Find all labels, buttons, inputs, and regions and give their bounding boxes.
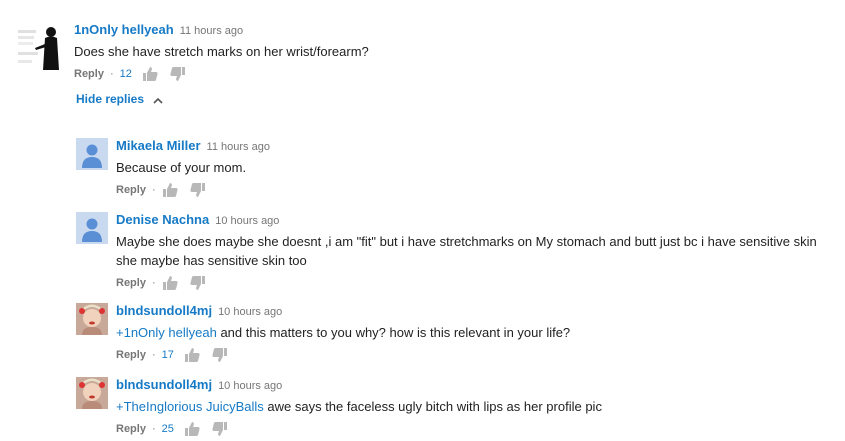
reply-message: and this matters to you why? how is this… — [216, 325, 571, 340]
hide-replies-button[interactable]: Hide replies — [76, 92, 163, 107]
avatar[interactable] — [76, 303, 108, 335]
thumbs-up-icon[interactable] — [184, 348, 200, 362]
reply-timestamp[interactable]: 10 hours ago — [218, 306, 282, 318]
reply-button[interactable]: Reply — [116, 274, 146, 292]
reply-actions: Reply · 25 — [116, 420, 602, 438]
comment-actions: Reply · 12 — [74, 65, 369, 83]
thumbs-down-icon[interactable] — [212, 422, 228, 436]
separator: · — [151, 349, 156, 361]
thumbs-up-icon[interactable] — [162, 183, 178, 197]
thumbs-down-icon[interactable] — [212, 348, 228, 362]
default-user-icon — [76, 138, 108, 170]
like-count: 12 — [119, 68, 132, 80]
separator: · — [151, 277, 156, 289]
like-count: 17 — [161, 349, 174, 361]
chevron-up-icon — [153, 93, 163, 107]
reply-text: +1nOnly hellyeah and this matters to you… — [116, 323, 570, 342]
reply-button[interactable]: Reply — [74, 65, 104, 83]
reply-text-line-1: Maybe she does maybe she doesnt ,i am "f… — [116, 234, 817, 249]
reply-actions: Reply · 17 — [116, 346, 570, 364]
reply-actions: Reply · — [116, 181, 270, 199]
thumbs-up-icon[interactable] — [142, 67, 158, 81]
thumbs-down-icon[interactable] — [190, 276, 206, 290]
comment-timestamp[interactable]: 11 hours ago — [180, 25, 243, 37]
thumbs-down-icon[interactable] — [190, 183, 206, 197]
thumbs-down-icon[interactable] — [170, 67, 186, 81]
comment-author[interactable]: 1nOnly hellyeah — [74, 22, 174, 37]
reply-text: Because of your mom. — [116, 160, 247, 175]
mention-link[interactable]: +TheInglorious JuicyBalls — [116, 399, 264, 414]
reply-button[interactable]: Reply — [116, 346, 146, 364]
reply-text-line-2: she maybe has sensitive skin too — [116, 253, 307, 268]
mention-link[interactable]: +1nOnly hellyeah — [116, 325, 217, 340]
hide-replies-label: Hide replies — [76, 92, 145, 106]
reply-author[interactable]: Mikaela Miller — [116, 138, 201, 153]
reply-timestamp[interactable]: 10 hours ago — [215, 215, 279, 227]
thumbs-up-icon[interactable] — [184, 422, 200, 436]
avatar[interactable] — [76, 377, 108, 409]
reply-actions: Reply · — [116, 274, 817, 292]
default-user-icon — [76, 212, 108, 244]
reply-author[interactable]: blndsundoll4mj — [116, 377, 212, 392]
reply-message: awe says the faceless ugly bitch with li… — [263, 399, 602, 414]
profile-photo-icon — [76, 303, 108, 335]
separator: · — [151, 423, 156, 435]
avatar[interactable] — [18, 22, 66, 70]
profile-photo-icon — [76, 377, 108, 409]
profile-photo-icon — [18, 22, 66, 70]
reply-button[interactable]: Reply — [116, 420, 146, 438]
reply-button[interactable]: Reply — [116, 181, 146, 199]
thumbs-up-icon[interactable] — [162, 276, 178, 290]
reply-text: +TheInglorious JuicyBalls awe says the f… — [116, 397, 602, 416]
like-count: 25 — [161, 423, 174, 435]
separator: · — [151, 184, 156, 196]
reply-timestamp[interactable]: 11 hours ago — [207, 141, 270, 153]
reply-author[interactable]: blndsundoll4mj — [116, 303, 212, 318]
reply-timestamp[interactable]: 10 hours ago — [218, 380, 282, 392]
avatar[interactable] — [76, 138, 108, 170]
reply-author[interactable]: Denise Nachna — [116, 212, 209, 227]
avatar[interactable] — [76, 212, 108, 244]
separator: · — [109, 68, 114, 80]
comment-text: Does she have stretch marks on her wrist… — [74, 44, 369, 59]
